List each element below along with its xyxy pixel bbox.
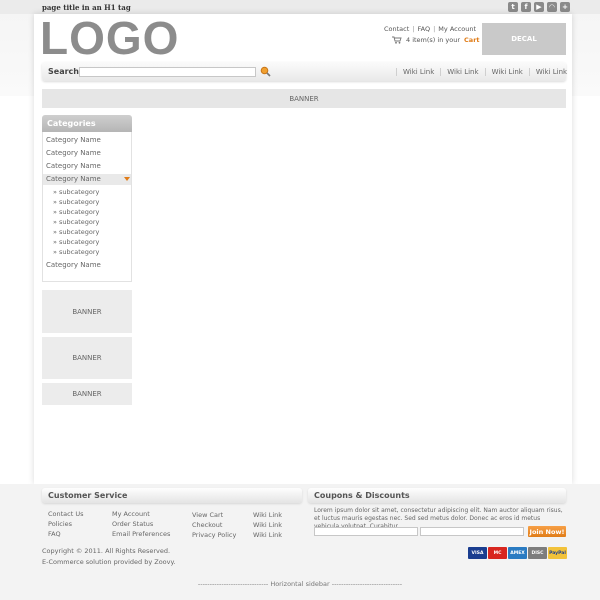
side-banner[interactable]: BANNER [42,337,132,379]
discover-icon: DISC [528,547,547,559]
customer-service-header: Customer Service [42,488,302,503]
page-title: page title in an H1 tag [42,3,131,12]
social-icons: t f ▶ ◠ + [508,2,570,12]
footer-link[interactable]: Wiki Link [253,511,282,519]
footer-link[interactable]: Privacy Policy [192,531,236,539]
category-item[interactable]: Category Name [46,162,101,170]
visa-icon: VISA [468,547,487,559]
paypal-icon: PayPal [548,547,567,559]
facebook-icon[interactable]: f [521,2,531,12]
logo[interactable]: LOGO [40,14,179,62]
decal-box: DECAL [482,23,566,55]
twitter-icon[interactable]: t [508,2,518,12]
horizontal-sidebar-label: ------------------------------ Horizonta… [197,580,403,588]
coupon-name-field[interactable] [314,527,418,536]
join-now-button[interactable]: Join Now! [528,526,566,537]
side-banner[interactable]: BANNER [42,383,132,405]
payment-cards: VISA MC AMEX DISC PayPal [468,547,567,559]
subcategory-item[interactable]: » subcategory [53,248,99,256]
chevron-down-icon [124,177,130,181]
side-banner[interactable]: BANNER [42,290,132,333]
wiki-nav-link[interactable]: Wiki Link [528,68,573,76]
category-item[interactable]: Category Name [46,136,101,144]
wiki-nav-link[interactable]: Wiki Link [396,68,440,76]
amex-icon: AMEX [508,547,527,559]
footer-link[interactable]: Email Preferences [112,530,170,538]
category-item[interactable]: Category Name [46,261,101,269]
subcategory-item[interactable]: » subcategory [53,238,99,246]
separator: | [433,25,436,33]
header-links: Contact | FAQ | My Account [384,25,476,33]
powered-by-text: E-Commerce solution provided by Zoovy. [42,558,176,566]
subcategory-item[interactable]: » subcategory [53,228,99,236]
copyright-text: Copyright © 2011. All Rights Reserved. [42,547,171,555]
main-banner[interactable]: BANNER [42,89,566,108]
my-account-link[interactable]: My Account [438,25,476,33]
search-input[interactable] [79,67,256,77]
faq-link[interactable]: FAQ [418,25,431,33]
footer-link[interactable]: My Account [112,510,150,518]
footer-link[interactable]: Wiki Link [253,521,282,529]
subcategory-item[interactable]: » subcategory [53,188,99,196]
subcategory-item[interactable]: » subcategory [53,218,99,226]
cart-icon [392,36,402,44]
footer-link[interactable]: Contact Us [48,510,84,518]
search-icon[interactable] [260,66,271,77]
footer-link[interactable]: Order Status [112,520,153,528]
cart-count-text: 4 item(s) in your [406,36,461,44]
categories-header: Categories [42,115,132,132]
wiki-nav-link[interactable]: Wiki Link [440,68,484,76]
footer-link[interactable]: Checkout [192,521,222,529]
category-item-selected[interactable]: Category Name [46,175,101,183]
wiki-nav-link[interactable]: Wiki Link [484,68,529,76]
footer-link[interactable]: Wiki Link [253,531,282,539]
cart-link[interactable]: Cart [464,36,479,44]
coupons-header: Coupons & Discounts [308,488,566,503]
category-item[interactable]: Category Name [46,149,101,157]
separator: | [412,25,415,33]
share-icon[interactable]: + [560,2,570,12]
subcategory-item[interactable]: » subcategory [53,198,99,206]
footer-link[interactable]: Policies [48,520,72,528]
contact-link[interactable]: Contact [384,25,409,33]
footer-link[interactable]: View Cart [192,511,223,519]
search-label: Search [48,67,79,76]
wiki-nav: Wiki Link Wiki Link Wiki Link Wiki Link [396,68,573,76]
cart-summary[interactable]: 4 item(s) in your Cart [392,36,480,44]
youtube-icon[interactable]: ▶ [534,2,544,12]
coupon-email-field[interactable] [420,527,524,536]
mastercard-icon: MC [488,547,507,559]
rss-icon[interactable]: ◠ [547,2,557,12]
footer-link[interactable]: FAQ [48,530,61,538]
subcategory-item[interactable]: » subcategory [53,208,99,216]
